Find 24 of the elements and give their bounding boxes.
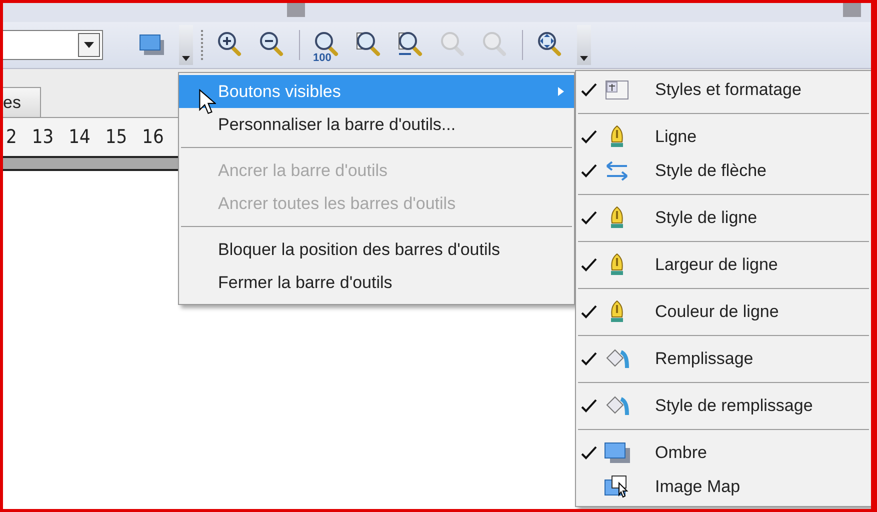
menu-item[interactable]: Largeur de ligne: [576, 248, 871, 282]
menu-item[interactable]: Fermer la barre d'outils: [179, 266, 574, 299]
menu-item[interactable]: Styles et formatage: [576, 73, 871, 107]
menu-item[interactable]: Style de remplissage: [576, 389, 871, 423]
menu-item[interactable]: Remplissage: [576, 342, 871, 376]
mouse-pointer-icon: [199, 89, 216, 115]
menu-item[interactable]: Bloquer la position des barres d'outils: [179, 233, 574, 266]
ruler-number: 13: [32, 126, 54, 148]
combo-box[interactable]: [3, 30, 103, 60]
shadow-icon[interactable]: [139, 34, 165, 56]
ruler-number: 16: [142, 126, 164, 148]
menu-item[interactable]: Ligne: [576, 120, 871, 154]
menu-item[interactable]: Style de ligne: [576, 201, 871, 235]
menu-item[interactable]: Ombre: [576, 436, 871, 470]
ruler-number: 14: [68, 126, 90, 148]
image-map-icon: [603, 474, 631, 500]
tab[interactable]: es: [3, 87, 41, 117]
shadow-icon: [603, 440, 631, 466]
menu-item[interactable]: Style de flèche: [576, 154, 871, 188]
menu-item[interactable]: Couleur de ligne: [576, 295, 871, 329]
menu-item[interactable]: Personnaliser la barre d'outils...: [179, 108, 574, 141]
ruler-number: 2: [6, 126, 17, 148]
ruler-number: 15: [105, 126, 128, 148]
menu-item[interactable]: Image Map: [576, 470, 871, 504]
